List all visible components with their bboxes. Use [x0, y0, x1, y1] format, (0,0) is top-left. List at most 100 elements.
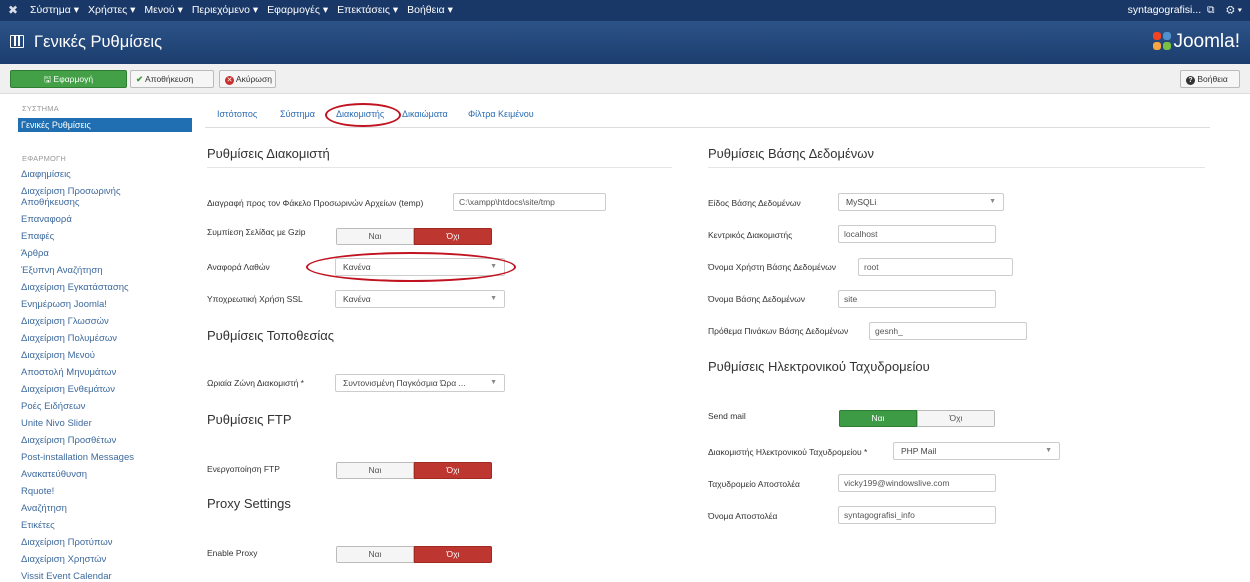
mail-from-input[interactable]: vicky199@windowslive.com: [838, 474, 996, 492]
sidebar-item[interactable]: Διαχείριση Μενού: [21, 350, 95, 361]
timezone-select[interactable]: Συντονισμένη Παγκόσμια Ώρα ... ▼: [335, 374, 505, 392]
db-host-input[interactable]: localhost: [838, 225, 996, 243]
db-type-label: Είδος Βάσης Δεδομένων: [708, 198, 801, 208]
gzip-toggle: Ναι Όχι: [336, 228, 492, 245]
sidebar-item[interactable]: Post-installation Messages: [21, 452, 134, 463]
sidebar-item[interactable]: Unite Nivo Slider: [21, 418, 92, 429]
cancel-button[interactable]: ✕ Ακύρωση: [219, 70, 276, 88]
proxy-enable-label: Enable Proxy: [207, 548, 258, 558]
cancel-icon: ✕: [225, 76, 234, 85]
sidebar-item[interactable]: Ροές Ειδήσεων: [21, 401, 85, 412]
db-type-value: MySQLi: [846, 197, 877, 207]
proxy-yes[interactable]: Ναι: [336, 546, 414, 563]
db-prefix-input[interactable]: gesnh_: [869, 322, 1027, 340]
chevron-down-icon: ▼: [490, 263, 497, 270]
send-mail-no[interactable]: Όχι: [917, 410, 995, 427]
ftp-no[interactable]: Όχι: [414, 462, 492, 479]
sidebar-item[interactable]: Ενημέρωση Joomla!: [21, 299, 107, 310]
apply-button[interactable]: 🖫 Εφαρμογή: [10, 70, 127, 88]
section-divider: [708, 167, 1205, 168]
menu-components[interactable]: Εφαρμογές ▾: [267, 4, 328, 16]
sidebar-heading-application: ΕΦΑΡΜΟΓΗ: [22, 154, 67, 163]
sidebar-item[interactable]: Διαχείριση Προσωρινής: [21, 186, 121, 197]
force-ssl-value: Κανένα: [343, 294, 371, 304]
gzip-no[interactable]: Όχι: [414, 228, 492, 245]
timezone-value: Συντονισμένη Παγκόσμια Ώρα ...: [343, 378, 466, 388]
section-title-database: Ρυθμίσεις Βάσης Δεδομένων: [708, 146, 874, 161]
sidebar-item[interactable]: Επαναφορά: [21, 214, 72, 225]
mailer-select[interactable]: PHP Mail ▼: [893, 442, 1060, 460]
section-divider: [207, 167, 672, 168]
sidebar-item[interactable]: Διαχείριση Εγκατάστασης: [21, 282, 129, 293]
sidebar-item[interactable]: Ανακατεύθυνση: [21, 469, 87, 480]
sidebar-item[interactable]: Rquote!: [21, 486, 54, 497]
tab-system[interactable]: Σύστημα: [280, 109, 315, 119]
proxy-no[interactable]: Όχι: [414, 546, 492, 563]
toolbar: 🖫 Εφαρμογή ✔ Αποθήκευση ✕ Ακύρωση ? Βοήθ…: [0, 64, 1250, 94]
menu-help[interactable]: Βοήθεια ▾: [407, 4, 453, 16]
joomla-menu-icon[interactable]: ✖: [8, 3, 18, 17]
save-button[interactable]: ✔ Αποθήκευση: [130, 70, 214, 88]
menu-system[interactable]: Σύστημα ▾: [30, 4, 79, 16]
joomla-mark-icon: [1153, 32, 1172, 50]
db-type-select[interactable]: MySQLi ▼: [838, 193, 1004, 211]
tab-permissions[interactable]: Δικαιώματα: [402, 109, 448, 119]
tmp-path-input[interactable]: C:\xampp\htdocs\site/tmp: [453, 193, 606, 211]
site-link[interactable]: syntagografisi...: [1128, 4, 1202, 16]
chevron-down-icon: ▼: [490, 295, 497, 302]
sidebar-item[interactable]: Επαφές: [21, 231, 54, 242]
main-menu: Σύστημα ▾ Χρήστες ▾ Μενού ▾ Περιεχόμενο …: [30, 4, 462, 16]
sidebar-item[interactable]: Διαχείριση Χρηστών: [21, 554, 106, 565]
tmp-path-label: Διαγραφή προς τον Φάκελο Προσωρινών Αρχε…: [207, 198, 424, 208]
proxy-toggle: Ναι Όχι: [336, 546, 492, 563]
error-reporting-label: Αναφορά Λαθών: [207, 262, 270, 272]
menu-users[interactable]: Χρήστες ▾: [88, 4, 135, 16]
sidebar-item-global-config[interactable]: Γενικές Ρυθμίσεις: [18, 118, 192, 132]
sidebar-item[interactable]: Αποθήκευσης: [21, 197, 80, 208]
mailer-label: Διακομιστής Ηλεκτρονικού Ταχυδρομείου *: [708, 447, 868, 457]
gzip-label: Συμπίεση Σελίδας με Gzip: [207, 227, 306, 237]
mail-from-label: Ταχυδρομείο Αποστολέα: [708, 479, 800, 489]
tab-server[interactable]: Διακομιστής: [336, 109, 384, 119]
sidebar-item[interactable]: Αναζήτηση: [21, 503, 67, 514]
top-nav-bar: ✖ Σύστημα ▾ Χρήστες ▾ Μενού ▾ Περιεχόμεν…: [0, 0, 1250, 21]
sidebar-item[interactable]: Διαχείριση Πολυμέσων: [21, 333, 117, 344]
error-reporting-value: Κανένα: [343, 262, 371, 272]
send-mail-yes[interactable]: Ναι: [839, 410, 917, 427]
ftp-yes[interactable]: Ναι: [336, 462, 414, 479]
section-title-mail: Ρυθμίσεις Ηλεκτρονικού Ταχυδρομείου: [708, 359, 930, 374]
top-right-controls: syntagografisi... ⧉ ⚙ ▾: [1128, 4, 1242, 17]
force-ssl-select[interactable]: Κανένα ▼: [335, 290, 505, 308]
send-mail-label: Send mail: [708, 411, 746, 421]
menu-content[interactable]: Περιεχόμενο ▾: [192, 4, 258, 16]
help-button[interactable]: ? Βοήθεια: [1180, 70, 1240, 88]
db-name-label: Όνομα Βάσης Δεδομένων: [708, 294, 806, 304]
sidebar-item[interactable]: Διαχείριση Γλωσσών: [21, 316, 109, 327]
external-link-icon[interactable]: ⧉: [1204, 4, 1215, 16]
sidebar-item[interactable]: Έξυπνη Αναζήτηση: [21, 265, 103, 276]
sidebar-item[interactable]: Διαχείριση Ενθεμάτων: [21, 384, 115, 395]
db-name-input[interactable]: site: [838, 290, 996, 308]
page-title: Γενικές Ρυθμίσεις: [34, 33, 163, 51]
sidebar-heading-system: ΣΥΣΤΗΜΑ: [22, 104, 59, 113]
from-name-input[interactable]: syntagografisi_info: [838, 506, 996, 524]
sidebar-item[interactable]: Διαφημίσεις: [21, 169, 71, 180]
section-title-server: Ρυθμίσεις Διακομιστή: [207, 146, 330, 161]
section-title-proxy: Proxy Settings: [207, 496, 291, 511]
menu-extensions[interactable]: Επεκτάσεις ▾: [337, 4, 398, 16]
db-user-input[interactable]: root: [858, 258, 1013, 276]
menu-menus[interactable]: Μενού ▾: [144, 4, 182, 16]
sidebar-item[interactable]: Αποστολή Μηνυμάτων: [21, 367, 116, 378]
gzip-yes[interactable]: Ναι: [336, 228, 414, 245]
send-mail-toggle: Ναι Όχι: [839, 410, 995, 427]
error-reporting-select[interactable]: Κανένα ▼: [335, 258, 505, 276]
db-user-label: Όνομα Χρήστη Βάσης Δεδομένων: [708, 262, 836, 272]
gear-icon[interactable]: ⚙ ▾: [1217, 4, 1242, 16]
sidebar-item[interactable]: Διαχείριση Προτύπων: [21, 537, 113, 548]
sidebar-item[interactable]: Διαχείριση Προσθέτων: [21, 435, 116, 446]
sidebar-item[interactable]: Vissit Event Calendar: [21, 571, 112, 582]
sidebar-item[interactable]: Ετικέτες: [21, 520, 55, 531]
sidebar-item[interactable]: Άρθρα: [21, 248, 49, 259]
tab-text-filters[interactable]: Φίλτρα Κειμένου: [468, 109, 534, 119]
tab-site[interactable]: Ιστότοπος: [217, 109, 257, 119]
